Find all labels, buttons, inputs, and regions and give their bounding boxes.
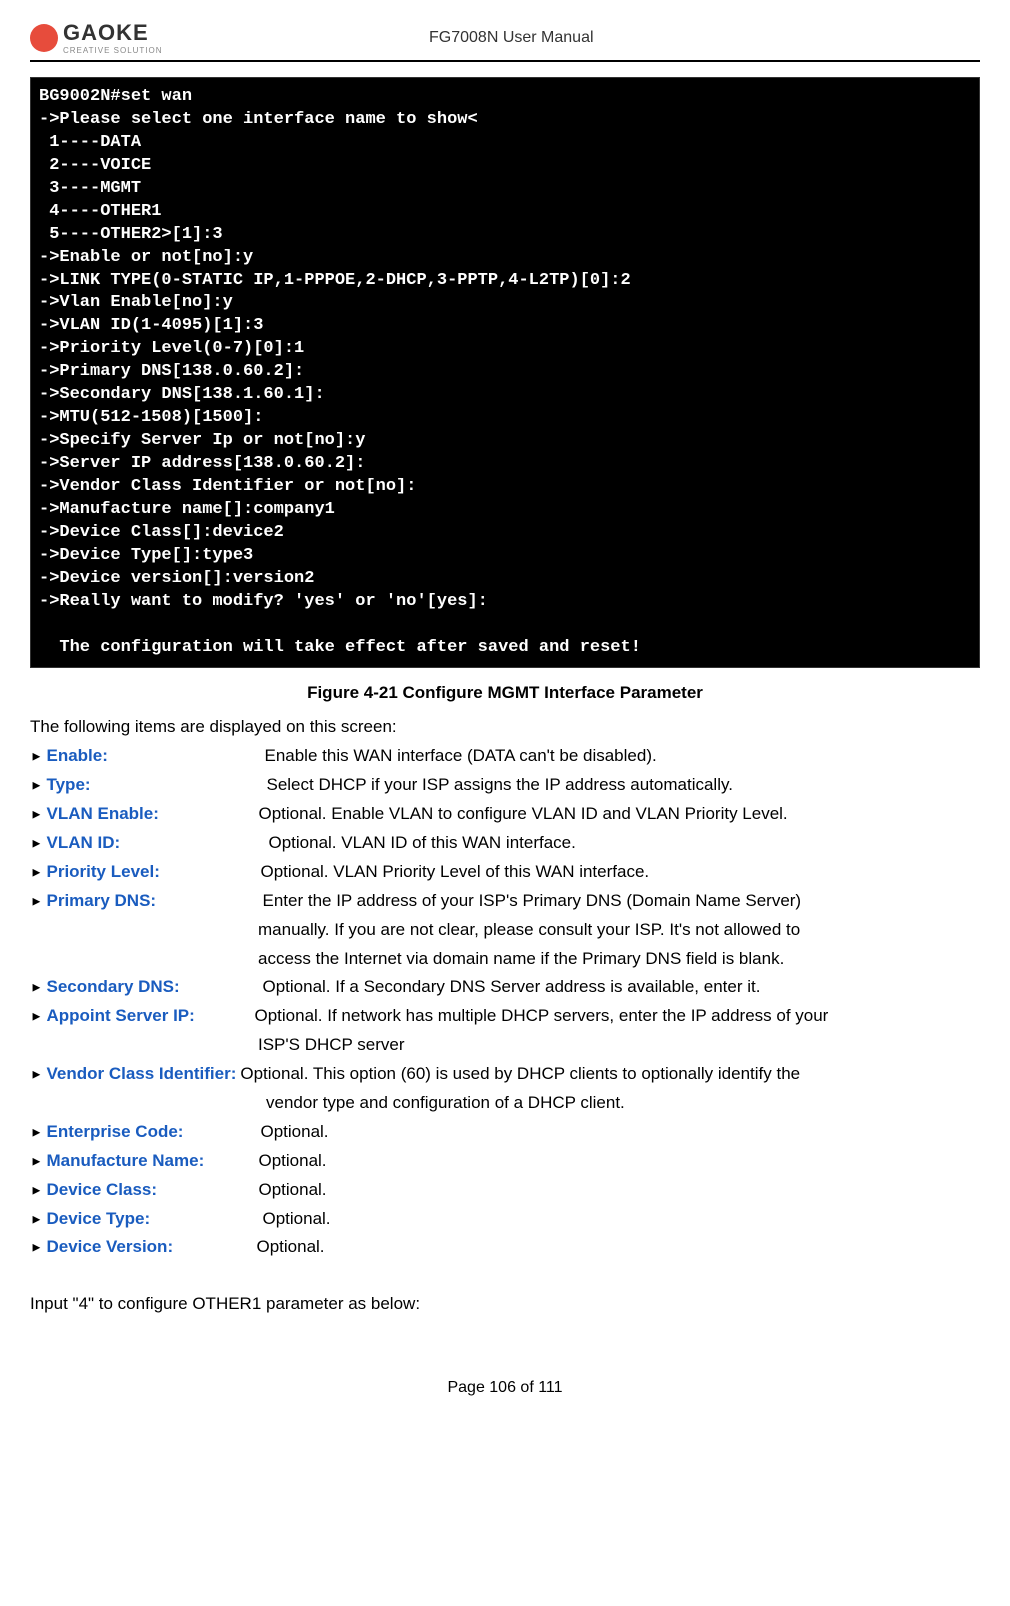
arrow-icon: ► — [30, 1211, 46, 1226]
param-label: Manufacture Name: — [46, 1147, 258, 1176]
param-label: Priority Level: — [46, 858, 260, 887]
page-header: GAOKE CREATIVE SOLUTION FG7008N User Man… — [30, 20, 980, 62]
arrow-icon: ► — [30, 864, 46, 879]
param-row: ► VLAN Enable:Optional. Enable VLAN to c… — [30, 800, 980, 829]
param-label: Enable: — [46, 742, 264, 771]
param-continuation: manually. If you are not clear, please c… — [30, 916, 980, 945]
param-label: Type: — [46, 771, 266, 800]
arrow-icon: ► — [30, 778, 46, 793]
param-label: Enterprise Code: — [46, 1118, 260, 1147]
param-row: ► Primary DNS:Enter the IP address of yo… — [30, 887, 980, 916]
param-description: Optional. — [262, 1209, 330, 1228]
arrow-icon: ► — [30, 1240, 46, 1255]
param-row: ► Device Class:Optional. — [30, 1176, 980, 1205]
logo-subtext: CREATIVE SOLUTION — [63, 46, 163, 55]
logo-text: GAOKE — [63, 20, 163, 46]
arrow-icon: ► — [30, 749, 46, 764]
param-description: Optional. — [258, 1180, 326, 1199]
arrow-icon: ► — [30, 1067, 46, 1082]
arrow-icon: ► — [30, 893, 46, 908]
document-title: FG7008N User Manual — [163, 29, 980, 47]
param-description: Enable this WAN interface (DATA can't be… — [264, 746, 656, 765]
param-row: ► Appoint Server IP:Optional. If network… — [30, 1002, 980, 1031]
logo-icon — [30, 24, 58, 52]
param-label: Secondary DNS: — [46, 973, 262, 1002]
param-row: ► VLAN ID:Optional. VLAN ID of this WAN … — [30, 829, 980, 858]
param-description: Optional. — [258, 1151, 326, 1170]
param-label: VLAN Enable: — [46, 800, 258, 829]
arrow-icon: ► — [30, 1009, 46, 1024]
param-description: Enter the IP address of your ISP's Prima… — [262, 891, 801, 910]
param-row: ► Enterprise Code:Optional. — [30, 1118, 980, 1147]
param-label: Vendor Class Identifier: — [46, 1064, 236, 1083]
param-label: Appoint Server IP: — [46, 1002, 254, 1031]
param-label: Device Version: — [46, 1233, 256, 1262]
param-row: ► Enable:Enable this WAN interface (DATA… — [30, 742, 980, 771]
arrow-icon: ► — [30, 980, 46, 995]
arrow-icon: ► — [30, 807, 46, 822]
arrow-icon: ► — [30, 1182, 46, 1197]
param-row: ► Priority Level:Optional. VLAN Priority… — [30, 858, 980, 887]
figure-caption: Figure 4-21 Configure MGMT Interface Par… — [30, 683, 980, 703]
param-description: Optional. — [260, 1122, 328, 1141]
param-description: Optional. If a Secondary DNS Server addr… — [262, 977, 760, 996]
page-footer: Page 106 of 111 — [30, 1379, 980, 1397]
param-continuation: vendor type and configuration of a DHCP … — [30, 1089, 980, 1118]
param-label: Device Type: — [46, 1205, 262, 1234]
param-continuation: ISP'S DHCP server — [30, 1031, 980, 1060]
parameter-list: ► Enable:Enable this WAN interface (DATA… — [30, 742, 980, 1262]
param-description: Optional. — [256, 1237, 324, 1256]
bottom-instruction: Input "4" to configure OTHER1 parameter … — [30, 1290, 980, 1319]
param-row: ► Manufacture Name:Optional. — [30, 1147, 980, 1176]
param-row: ► Type:Select DHCP if your ISP assigns t… — [30, 771, 980, 800]
param-label: VLAN ID: — [46, 829, 268, 858]
param-description: Optional. Enable VLAN to configure VLAN … — [258, 804, 787, 823]
param-description: Select DHCP if your ISP assigns the IP a… — [266, 775, 732, 794]
param-description: Optional. If network has multiple DHCP s… — [254, 1006, 828, 1025]
terminal-screenshot: BG9002N#set wan ->Please select one inte… — [30, 77, 980, 668]
param-row: ► Device Version:Optional. — [30, 1233, 980, 1262]
param-label: Primary DNS: — [46, 887, 262, 916]
param-row: ► Secondary DNS:Optional. If a Secondary… — [30, 973, 980, 1002]
param-label: Device Class: — [46, 1176, 258, 1205]
arrow-icon: ► — [30, 835, 46, 850]
param-description: Optional. VLAN Priority Level of this WA… — [260, 862, 649, 881]
param-description: Optional. This option (60) is used by DH… — [240, 1064, 800, 1083]
param-row: ► Vendor Class Identifier:Optional. This… — [30, 1060, 980, 1089]
logo-block: GAOKE CREATIVE SOLUTION — [30, 20, 163, 55]
arrow-icon: ► — [30, 1124, 46, 1139]
param-continuation: access the Internet via domain name if t… — [30, 945, 980, 974]
param-description: Optional. VLAN ID of this WAN interface. — [268, 833, 575, 852]
intro-text: The following items are displayed on thi… — [30, 713, 980, 742]
page-container: GAOKE CREATIVE SOLUTION FG7008N User Man… — [0, 0, 1010, 1417]
arrow-icon: ► — [30, 1153, 46, 1168]
param-row: ► Device Type:Optional. — [30, 1205, 980, 1234]
